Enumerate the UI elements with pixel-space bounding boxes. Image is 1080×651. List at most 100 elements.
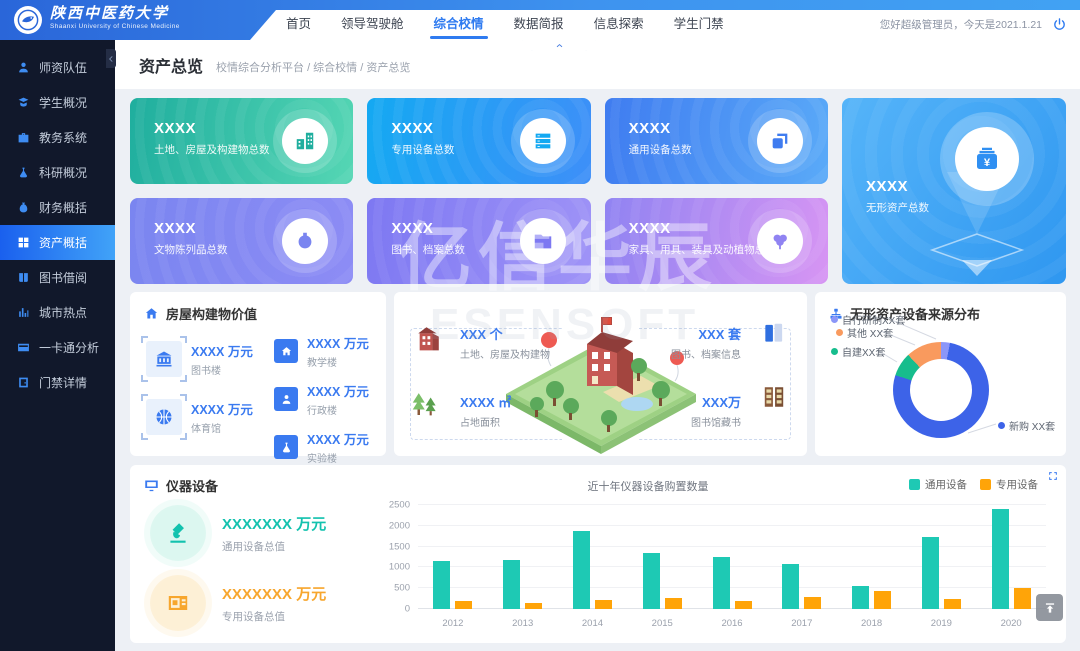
bar-group-2016 xyxy=(697,505,767,609)
back-to-top-button[interactable] xyxy=(1036,594,1063,621)
building-value: XXXX 万元 xyxy=(307,381,369,400)
bar-通用设备-2015 xyxy=(643,553,660,609)
campus-stat-4: XXX万图书馆藏书 xyxy=(691,392,741,429)
sidebar-item-flask[interactable]: 科研概况 xyxy=(0,155,115,190)
x-tick-label: 2013 xyxy=(488,618,558,629)
sidebar: 师资队伍学生概况教务系统科研概况财务概括资产概括图书借阅城市热点一卡通分析门禁详… xyxy=(0,40,115,651)
building-label: 体育馆 xyxy=(191,420,253,435)
campus-overview-panel: XXX 个土地、房屋及构建物XXXX ㎡占地面积XXX 套图书、档案信息XXX万… xyxy=(394,292,807,456)
bar-专用设备-2014 xyxy=(595,600,612,609)
panel-title: 房屋构建物价值 xyxy=(166,304,257,323)
bookshelf-icon xyxy=(761,384,787,410)
x-tick-label: 2014 xyxy=(558,618,628,629)
bar-group-2020 xyxy=(976,505,1046,609)
sidebar-item-book[interactable]: 图书借阅 xyxy=(0,260,115,295)
sidebar-item-label: 资产概括 xyxy=(39,234,87,251)
nav-tab-5[interactable]: 信息探索 xyxy=(594,10,644,40)
machine-icon xyxy=(150,575,206,631)
microscope-icon xyxy=(150,505,206,561)
page-title: 资产总览 xyxy=(139,53,203,77)
university-name: 陕西中医药大学 Shaanxi University of Chinese Me… xyxy=(50,4,180,31)
bar-group-2015 xyxy=(627,505,697,609)
breadcrumb-bar: 资产总览 校情综合分析平台 / 综合校情 / 资产总览 xyxy=(115,40,1080,89)
legend-dot xyxy=(836,329,843,336)
asset-overview-dashboard: 陕西中医药大学 Shaanxi University of Chinese Me… xyxy=(0,0,1080,651)
overview-card-4[interactable]: XXXX文物陈列品总数 xyxy=(130,198,353,284)
svg-text:¥: ¥ xyxy=(984,157,991,169)
legend-dot xyxy=(998,422,1005,429)
sidebar-item-finance[interactable]: 财务概括 xyxy=(0,190,115,225)
overview-card-3[interactable]: XXXX通用设备总数 xyxy=(605,98,828,184)
bar-专用设备-2015 xyxy=(665,598,682,609)
building-values-col2: XXXX 万元教学楼XXXX 万元行政楼XXXX 万元实验楼 xyxy=(274,333,376,465)
building-label: 实验楼 xyxy=(307,450,369,465)
briefcase-icon xyxy=(17,131,30,144)
campus-stat-2: XXXX ㎡占地面积 xyxy=(460,392,511,429)
y-tick-label: 2000 xyxy=(389,520,410,531)
sidebar-item-door[interactable]: 门禁详情 xyxy=(0,365,115,400)
sidebar-item-label: 教务系统 xyxy=(39,129,87,146)
building-value-item: XXXX 万元行政楼 xyxy=(274,381,376,417)
overview-card-5[interactable]: XXXX图书、档案总数 xyxy=(367,198,590,284)
building-values-col1: XXXX 万元图书楼XXXX 万元体育馆 xyxy=(146,341,262,465)
bar-通用设备-2013 xyxy=(503,560,520,609)
sidebar-item-briefcase[interactable]: 教务系统 xyxy=(0,120,115,155)
sidebar-collapse-toggle[interactable] xyxy=(106,49,116,68)
legend-item-专用设备[interactable]: 专用设备 xyxy=(980,477,1038,492)
plant-icon xyxy=(757,218,803,264)
sidebar-item-student[interactable]: 学生概况 xyxy=(0,85,115,120)
fullscreen-icon[interactable] xyxy=(1048,471,1058,481)
sidebar-item-hotspot[interactable]: 城市热点 xyxy=(0,295,115,330)
legend-text: 自建XX套 xyxy=(842,344,885,359)
intangible-assets-card[interactable]: XXXX 无形资产总数 ¥ xyxy=(842,98,1066,284)
bar-group-2019 xyxy=(906,505,976,609)
y-tick-label: 2500 xyxy=(389,500,410,511)
nav-tab-4[interactable]: 数据简报 xyxy=(514,10,564,40)
nav-collapse-toggle[interactable] xyxy=(522,40,596,51)
library-icon xyxy=(146,341,182,377)
power-icon[interactable] xyxy=(1052,17,1067,32)
legend-dot xyxy=(831,316,838,323)
overview-cards-grid: XXXX土地、房屋及构建物总数XXXX专用设备总数XXXX通用设备总数 XXXX文… xyxy=(130,98,1066,284)
bar-通用设备-2016 xyxy=(713,557,730,609)
nav-tab-2[interactable]: 领导驾驶舱 xyxy=(341,10,404,40)
bar-专用设备-2016 xyxy=(735,601,752,609)
breadcrumb[interactable]: 校情综合分析平台 / 综合校情 / 资产总览 xyxy=(216,59,410,75)
nav-tab-6[interactable]: 学生门禁 xyxy=(674,10,724,40)
building-value: XXXX 万元 xyxy=(191,341,253,360)
sidebar-item-card[interactable]: 一卡通分析 xyxy=(0,330,115,365)
overview-card-6[interactable]: XXXX家具、用具、装具及动植物总数 xyxy=(605,198,828,284)
building-value: XXXX 万元 xyxy=(307,429,369,448)
overview-card-1[interactable]: XXXX土地、房屋及构建物总数 xyxy=(130,98,353,184)
donut-label-3[interactable]: 自建XX套 xyxy=(831,344,885,359)
legend-label: 通用设备 xyxy=(925,477,967,492)
building-value-item: XXXX 万元图书楼 xyxy=(146,341,262,377)
instruments-panel: 仪器设备 近十年仪器设备购置数量 通用设备专用设备 XXXXXXX 万元通用设备… xyxy=(130,465,1066,643)
instrument-stats: XXXXXXX 万元通用设备总值XXXXXXX 万元专用设备总值 xyxy=(150,505,378,645)
lab-icon xyxy=(274,435,298,459)
instrument-stat-1: XXXXXXX 万元通用设备总值 xyxy=(150,505,378,561)
legend-item-通用设备[interactable]: 通用设备 xyxy=(909,477,967,492)
y-tick-label: 0 xyxy=(405,604,410,615)
campus-stat-1: XXX 个土地、房屋及构建物 xyxy=(460,324,550,361)
bar-chart: 05001000150020002500 2012201320142015201… xyxy=(382,497,1050,635)
donut-label-2[interactable]: 新购 XX套 xyxy=(998,418,1055,433)
nav-tab-3[interactable]: 综合校情 xyxy=(434,10,484,40)
asset-icon xyxy=(17,236,30,249)
sidebar-item-teacher[interactable]: 师资队伍 xyxy=(0,50,115,85)
door-icon xyxy=(17,376,30,389)
overview-card-2[interactable]: XXXX专用设备总数 xyxy=(367,98,590,184)
university-name-en: Shaanxi University of Chinese Medicine xyxy=(50,22,180,31)
greeting-text: 您好超级管理员，今天是2021.1.21 xyxy=(880,10,1042,40)
bar-group-2012 xyxy=(418,505,488,609)
university-name-cn: 陕西中医药大学 xyxy=(50,4,180,22)
donut-label-4[interactable]: 其他 XX套 xyxy=(836,325,893,340)
donut-chart[interactable] xyxy=(893,342,989,438)
legend-swatch xyxy=(980,479,991,490)
sidebar-item-label: 门禁详情 xyxy=(39,374,87,391)
sidebar-item-asset[interactable]: 资产概括 xyxy=(0,225,115,260)
book-icon xyxy=(17,271,30,284)
legend-text: 其他 XX套 xyxy=(847,325,893,340)
bar-group-2013 xyxy=(488,505,558,609)
nav-tab-1[interactable]: 首页 xyxy=(286,10,311,40)
